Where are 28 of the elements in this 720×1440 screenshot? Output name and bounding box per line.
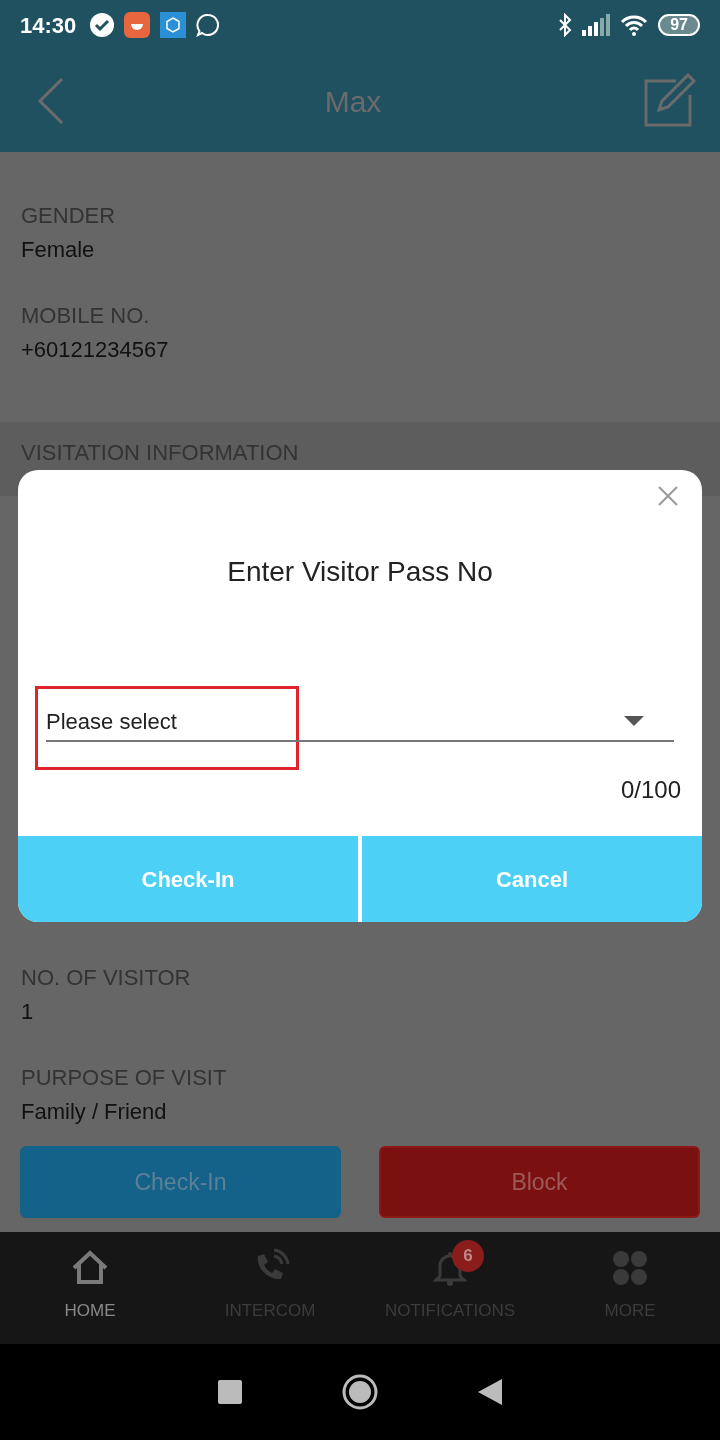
check-icon (90, 13, 115, 37)
app-icon (160, 12, 187, 38)
character-counter: 0/100 (620, 775, 681, 805)
dropdown-caret-icon (624, 716, 644, 726)
check-in-button[interactable]: Check-In (18, 836, 358, 922)
cancel-button[interactable]: Cancel (362, 836, 702, 922)
dialog-title: Enter Visitor Pass No (227, 555, 493, 589)
nav-tab[interactable]: HOME (0, 1232, 180, 1344)
close-icon[interactable] (658, 486, 678, 506)
bluetooth-icon (558, 13, 573, 37)
status-time: 14:30 (20, 11, 77, 40)
field-value: +60121234567 (21, 336, 170, 364)
app-icon (124, 12, 151, 38)
select-field[interactable]: Please select (46, 702, 674, 742)
grid-icon (610, 1248, 650, 1288)
notification-badge: 6 (452, 1240, 484, 1272)
home-button-icon[interactable] (342, 1374, 378, 1410)
header-title: Max (324, 83, 382, 120)
signal-icon (582, 14, 611, 36)
back-icon[interactable] (478, 1379, 502, 1405)
battery-indicator: 97 (658, 14, 700, 36)
field-value: Female (21, 236, 96, 264)
field-value: 1 (21, 998, 35, 1026)
field-value: Family / Friend (21, 1098, 168, 1126)
check-in-button[interactable]: Check-In (20, 1146, 341, 1218)
wifi-icon (620, 14, 649, 36)
chat-icon (196, 13, 221, 37)
block-button[interactable]: Block (379, 1146, 700, 1218)
